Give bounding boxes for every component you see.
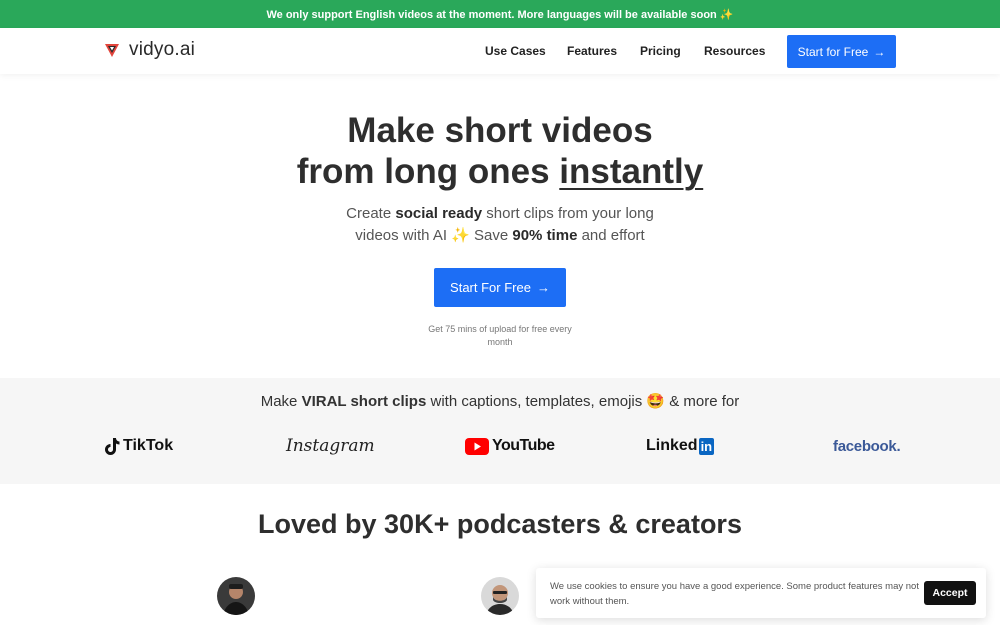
logo[interactable]: vidyo.ai [104,39,195,61]
logo-icon [105,44,119,57]
facebook-logo: facebook. [833,434,901,458]
linkedin-logo: Linked in [646,434,715,458]
nav-link-resources[interactable]: Resources [704,44,765,58]
start-for-free-label: Start for Free [797,44,869,59]
facebook-wordmark: facebook. [833,437,901,455]
announcement-banner: We only support English videos at the mo… [0,0,1000,28]
hero-title-emphasis: instantly [559,152,704,191]
hero-sub-text: short clips from your long [482,205,654,222]
arrow-right-icon: → [873,44,886,59]
avatar-icon [481,577,519,615]
hero-sub-text: Create [346,205,396,222]
hero-start-for-free-button[interactable]: Start For Free → [434,268,566,307]
platforms-section: Make VIRAL short clips with captions, te… [0,378,1000,484]
nav-link-use-cases[interactable]: Use Cases [485,44,546,58]
announcement-text: We only support English videos at the mo… [266,8,734,21]
youtube-wordmark: YouTube [492,437,555,454]
arrow-right-icon: → [536,280,550,295]
instagram-wordmark: Instagram [286,436,375,456]
instagram-logo: Instagram [286,434,375,458]
accept-cookies-button[interactable]: Accept [924,581,976,605]
tiktok-logo: TikTok [104,434,173,458]
cookie-text: We use cookies to ensure you have a good… [550,581,919,607]
avatar [481,577,519,615]
social-proof-title: Loved by 30K+ podcasters & creators [258,509,742,539]
hero-title-line-2-text: from long ones [296,152,560,191]
youtube-play-icon [465,437,489,455]
nav-link-pricing[interactable]: Pricing [640,44,681,58]
hero-title: Make short videos from long ones instant… [0,110,1000,192]
hero-title-line-2: from long ones instantly [0,151,1000,192]
hero-sub-text: and effort [577,227,645,244]
linkedin-wordmark: Linked [646,437,698,454]
hero-subtitle: Create social ready short clips from you… [0,203,1000,247]
free-upload-note: Get 75 mins of upload for free every mon… [428,324,572,347]
hero-sub-bold: 90% time [512,227,578,244]
platforms-title-text: with captions, templates, emojis 🤩 & mor… [426,393,740,410]
top-nav: vidyo.ai Use Cases Features Pricing Reso… [0,28,1000,74]
nav-link-features[interactable]: Features [567,44,617,58]
logo-text: vidyo.ai [129,39,196,60]
platforms-title: Make VIRAL short clips with captions, te… [0,392,1000,410]
avatar-icon [217,577,255,615]
hero-sub-bold: social ready [395,205,483,222]
youtube-logo: YouTube [465,434,555,458]
platforms-title-bold: VIRAL short clips [301,393,427,410]
tiktok-wordmark: TikTok [123,437,174,454]
start-for-free-button[interactable]: Start for Free → [787,35,896,68]
avatar [217,577,255,615]
hero-sub-text: videos with AI ✨ Save [355,227,513,244]
linkedin-in-badge: in [698,437,715,455]
hero-title-line-1: Make short videos [347,111,653,150]
tiktok-icon [105,437,120,455]
cookie-banner: We use cookies to ensure you have a good… [536,568,986,618]
hero-cta-label: Start For Free [450,280,531,295]
platforms-title-text: Make [260,393,302,410]
